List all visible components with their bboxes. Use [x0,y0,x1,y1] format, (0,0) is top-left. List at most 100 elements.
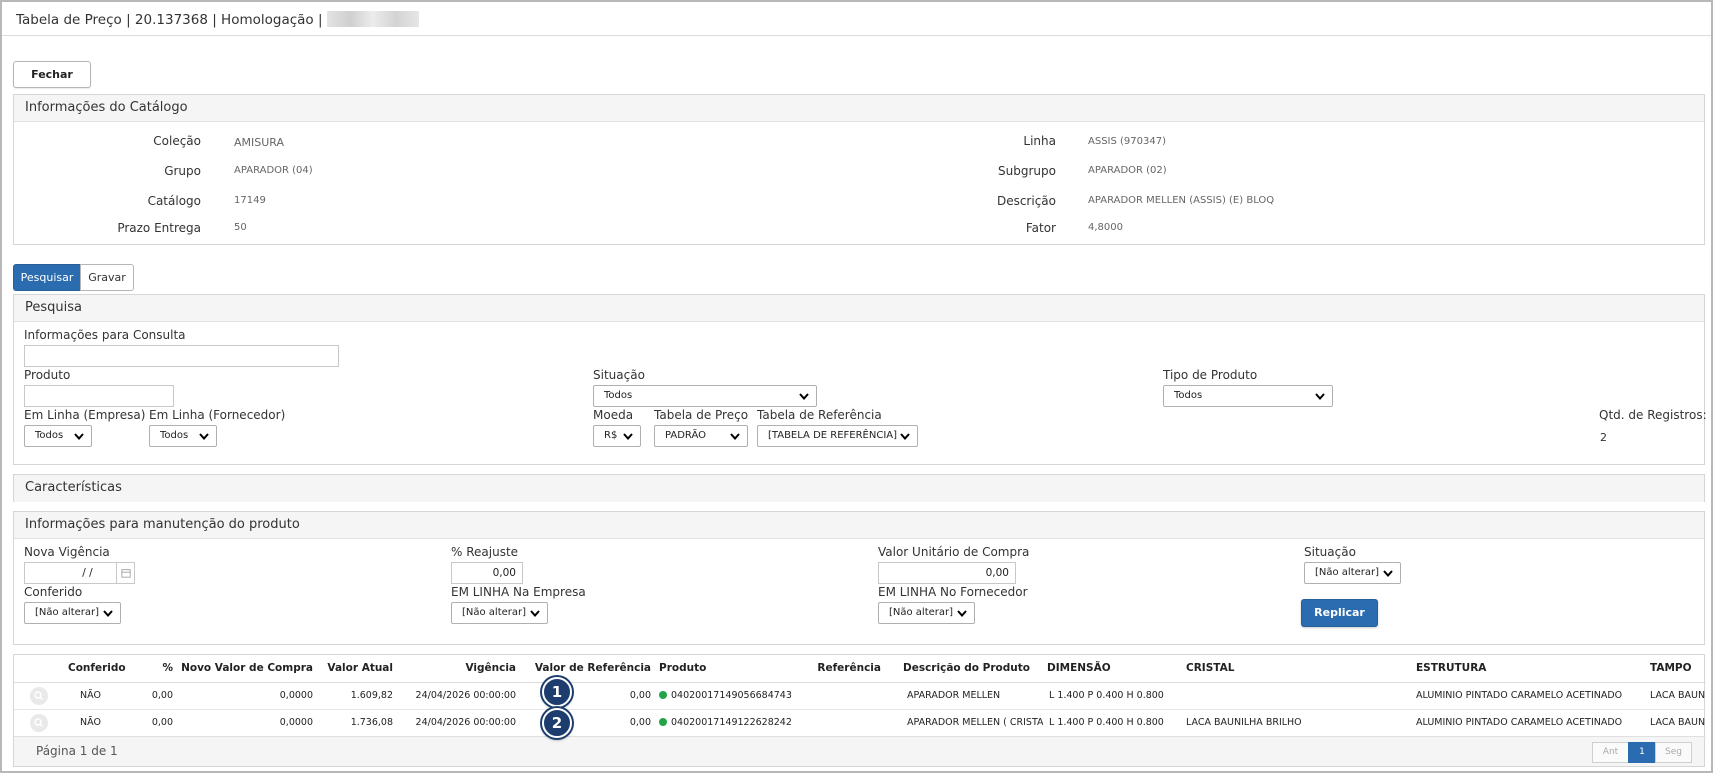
col-cristal[interactable]: CRISTAL [1182,655,1412,683]
cell-cristal: LACA BAUNILHA BRILHO [1182,709,1412,737]
info-consulta-input[interactable] [24,345,339,367]
em-linha-fornecedor-manutencao-select[interactable]: [Não alterar] [878,602,975,624]
nova-vigencia-label: Nova Vigência [24,545,110,559]
reajuste-input[interactable]: 0,00 [451,562,523,584]
redacted-user-chip [326,11,419,27]
grupo-label: Grupo [164,164,201,178]
grid-header-row: Conferido % Novo Valor de Compra Valor A… [14,655,1706,683]
situacao-manutencao-select-value: [Não alterar] [1315,567,1380,578]
cell-produto-code: 04020017149122628242 [671,717,792,728]
catalogo-value: 17149 [234,195,266,206]
pagination-page-1[interactable]: 1 [1628,742,1656,763]
em-linha-empresa-select[interactable]: Todos [24,425,92,447]
col-produto[interactable]: Produto [655,655,805,683]
em-linha-empresa-label: Em Linha (Empresa) [24,408,146,422]
chevron-down-icon [199,433,209,441]
grupo-value: APARADOR (04) [234,165,313,176]
col-estrutura[interactable]: ESTRUTURA [1412,655,1646,683]
pagination: Ant 1 Seg [1592,742,1692,763]
produto-label: Produto [24,368,71,382]
col-referencia[interactable]: Referência [805,655,885,683]
tab-gravar[interactable]: Gravar [80,264,134,291]
cell-produto: 04020017149122628242 [655,709,805,737]
col-descricao[interactable]: Descrição do Produto [885,655,1043,683]
situacao-select-value: Todos [604,390,633,401]
col-vigencia[interactable]: Vigência [397,655,520,683]
caracteristicas-panel[interactable]: Características [13,474,1705,502]
grid-footer: Página 1 de 1 Ant 1 Seg [14,736,1704,766]
cell-tampo: LACA BAUNILHA BRILHO [1646,682,1706,710]
chevron-down-icon [799,393,809,401]
chevron-down-icon [957,610,967,618]
em-linha-empresa-manutencao-select[interactable]: [Não alterar] [451,602,548,624]
nova-vigencia-input[interactable]: / / [24,562,117,584]
cell-dimensao: L 1.400 P 0.400 H 0.800 [1043,709,1182,737]
status-dot-icon [659,691,667,699]
cell-vigencia: 24/04/2026 00:00:00 [397,682,520,710]
pagination-next-button[interactable]: Seg [1655,742,1692,763]
valor-unitario-label: Valor Unitário de Compra [878,545,1030,559]
callout-marker-2: 2 [542,708,572,738]
cell-produto: 04020017149056684743 [655,682,805,710]
chevron-down-icon [623,433,633,441]
cell-percent: 0,00 [117,682,177,710]
col-percent[interactable]: % [117,655,177,683]
subgrupo-label: Subgrupo [998,164,1056,178]
colecao-value: AMISURA [234,136,285,149]
pagination-info: Página 1 de 1 [36,744,118,758]
col-tampo[interactable]: TAMPO [1646,655,1706,683]
cell-tampo: LACA BAUNILHA BRILHO [1646,709,1706,737]
subgrupo-value: APARADOR (02) [1088,165,1167,176]
maintenance-panel-heading: Informações para manutenção do produto [14,512,1704,539]
tipo-produto-select-value: Todos [1174,390,1203,401]
table-row[interactable]: NÃO 0,00 0,0000 1.736,08 24/04/2026 00:0… [14,709,1706,737]
tipo-produto-select[interactable]: Todos [1163,385,1333,407]
fator-label: Fator [1025,221,1056,235]
caracteristicas-heading[interactable]: Características [14,475,1704,502]
em-linha-fornecedor-select[interactable]: Todos [149,425,217,447]
magnifier-icon[interactable] [30,686,48,705]
cell-descricao: APARADOR MELLEN ( CRISTAL ) [885,709,1043,737]
calendar-button[interactable] [116,562,135,584]
produto-input[interactable] [24,385,174,407]
catalog-panel-heading: Informações do Catálogo [14,95,1704,122]
col-valor-referencia[interactable]: Valor de Referência [520,655,655,683]
em-linha-empresa-select-value: Todos [35,430,64,441]
valor-unitario-input[interactable]: 0,00 [878,562,1016,584]
chevron-down-icon [103,610,113,618]
magnifier-icon[interactable] [30,713,48,732]
situacao-select[interactable]: Todos [593,385,817,407]
conferido-label: Conferido [24,585,83,599]
tabela-preco-select-value: PADRÃO [665,430,707,441]
tipo-produto-label: Tipo de Produto [1163,368,1258,382]
prazo-entrega-label: Prazo Entrega [117,221,201,235]
col-dimensao[interactable]: DIMENSÃO [1043,655,1182,683]
calendar-icon [121,569,131,578]
col-novo-valor[interactable]: Novo Valor de Compra [177,655,317,683]
tab-pesquisar[interactable]: Pesquisar [13,264,81,291]
descricao-value: APARADOR MELLEN (ASSIS) (E) BLOQ [1088,195,1275,206]
fator-value: 4,8000 [1088,222,1123,233]
em-linha-fornecedor-manutencao-label: EM LINHA No Fornecedor [878,585,1028,599]
table-row[interactable]: NÃO 0,00 0,0000 1.609,82 24/04/2026 00:0… [14,682,1706,710]
info-consulta-label: Informações para Consulta [24,328,186,342]
status-dot-icon [659,718,667,726]
qtd-registros-value: 2 [1600,431,1607,444]
situacao-manutencao-select[interactable]: [Não alterar] [1304,562,1401,584]
moeda-select-value: R$ [604,430,618,441]
col-valor-atual[interactable]: Valor Atual [317,655,397,683]
pagination-prev-button[interactable]: Ant [1592,742,1629,763]
conferido-select[interactable]: [Não alterar] [24,602,121,624]
cell-conferido: NÃO [64,682,117,710]
chevron-down-icon [900,433,910,441]
tabela-preco-select[interactable]: PADRÃO [654,425,748,447]
descricao-label: Descrição [996,194,1056,208]
qtd-registros-label: Qtd. de Registros: [1599,408,1707,422]
col-conferido[interactable]: Conferido [64,655,126,683]
close-button[interactable]: Fechar [13,61,91,88]
replicar-button[interactable]: Replicar [1301,599,1378,627]
tabela-referencia-select[interactable]: [TABELA DE REFERÊNCIA] [757,425,918,447]
results-grid: Conferido % Novo Valor de Compra Valor A… [13,654,1706,767]
moeda-select[interactable]: R$ [593,425,641,447]
chevron-down-icon [1383,570,1393,578]
